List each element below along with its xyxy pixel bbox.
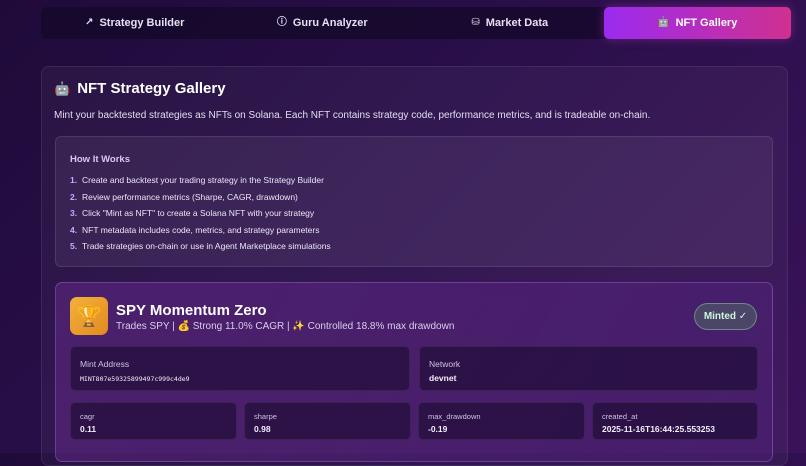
how-it-works-title: How It Works xyxy=(70,154,130,165)
coins-icon: ⛁ xyxy=(471,17,480,28)
list-item: 2. Review performance metrics (Sharpe, CA… xyxy=(70,191,298,202)
gallery-heading: 🤖 NFT Strategy Gallery xyxy=(54,80,226,97)
nft-card[interactable]: 🏆 SPY Momentum Zero Trades SPY | 💰 Stron… xyxy=(55,282,773,462)
tab-strategy-builder[interactable]: ↗ Strategy Builder xyxy=(41,7,229,39)
tab-label: NFT Gallery xyxy=(675,17,738,29)
metric-label: cagr xyxy=(80,412,95,421)
how-it-works-list: 1. Create and backtest your trading strat… xyxy=(70,175,331,258)
mint-address-value[interactable]: MINT807e59325899497c999c4de9 xyxy=(80,375,190,383)
minted-badge: Minted ✓ xyxy=(694,303,757,330)
gallery-description: Mint your backtested strategies as NFTs … xyxy=(54,110,651,121)
field-label: Network xyxy=(429,359,461,369)
metric-label: sharpe xyxy=(254,412,277,421)
info-circle-icon: ⓘ xyxy=(276,17,287,28)
list-item: 1. Create and backtest your trading strat… xyxy=(70,175,324,185)
network-value: devnet xyxy=(429,373,457,383)
tab-guru-analyzer[interactable]: ⓘ Guru Analyzer xyxy=(229,7,417,39)
nft-subtitle: Trades SPY | 💰 Strong 11.0% CAGR | ✨ Con… xyxy=(116,321,455,332)
field-label: Mint Address xyxy=(80,359,130,369)
list-item: 3. Click "Mint as NFT" to create a Solana… xyxy=(70,208,315,219)
page-title: NFT Strategy Gallery xyxy=(77,80,226,97)
metric-value: 2025-11-16T16:44:25.553253 xyxy=(602,424,715,434)
list-item: 5. Trade strategies on-chain or use in Ag… xyxy=(70,241,331,252)
metric-created-at: created_at 2025-11-16T16:44:25.553253 xyxy=(592,402,758,440)
metric-label: created_at xyxy=(602,412,638,421)
metric-value: -0.19 xyxy=(428,424,448,434)
tab-nft-gallery[interactable]: 🤖 NFT Gallery xyxy=(603,7,791,39)
tab-label: Guru Analyzer xyxy=(292,17,368,29)
metric-sharpe: sharpe 0.98 xyxy=(244,402,411,440)
metric-label: max_drawdown xyxy=(428,412,481,421)
trophy-icon: 🏆 xyxy=(70,297,108,335)
mint-address-field: Mint Address MINT807e59325899497c999c4de… xyxy=(70,346,410,391)
trend-up-icon: ↗ xyxy=(85,17,94,28)
metric-max-drawdown: max_drawdown -0.19 xyxy=(418,402,585,440)
top-tab-bar: ↗ Strategy Builder ⓘ Guru Analyzer ⛁ Mar… xyxy=(41,7,791,39)
robot-icon: 🤖 xyxy=(54,80,71,96)
tab-label: Strategy Builder xyxy=(99,17,185,29)
metric-value: 0.11 xyxy=(80,424,97,434)
how-it-works-box: How It Works 1. Create and backtest your … xyxy=(55,136,773,267)
robot-icon: 🤖 xyxy=(657,17,670,28)
list-item: 4. NFT metadata includes code, metrics, a… xyxy=(70,224,320,235)
metric-cagr: cagr 0.11 xyxy=(70,402,237,440)
network-field: Network devnet xyxy=(419,346,758,391)
metric-value: 0.98 xyxy=(254,424,271,434)
nft-title: SPY Momentum Zero xyxy=(116,302,267,319)
tab-label: Market Data xyxy=(485,17,549,29)
tab-market-data[interactable]: ⛁ Market Data xyxy=(416,7,604,39)
